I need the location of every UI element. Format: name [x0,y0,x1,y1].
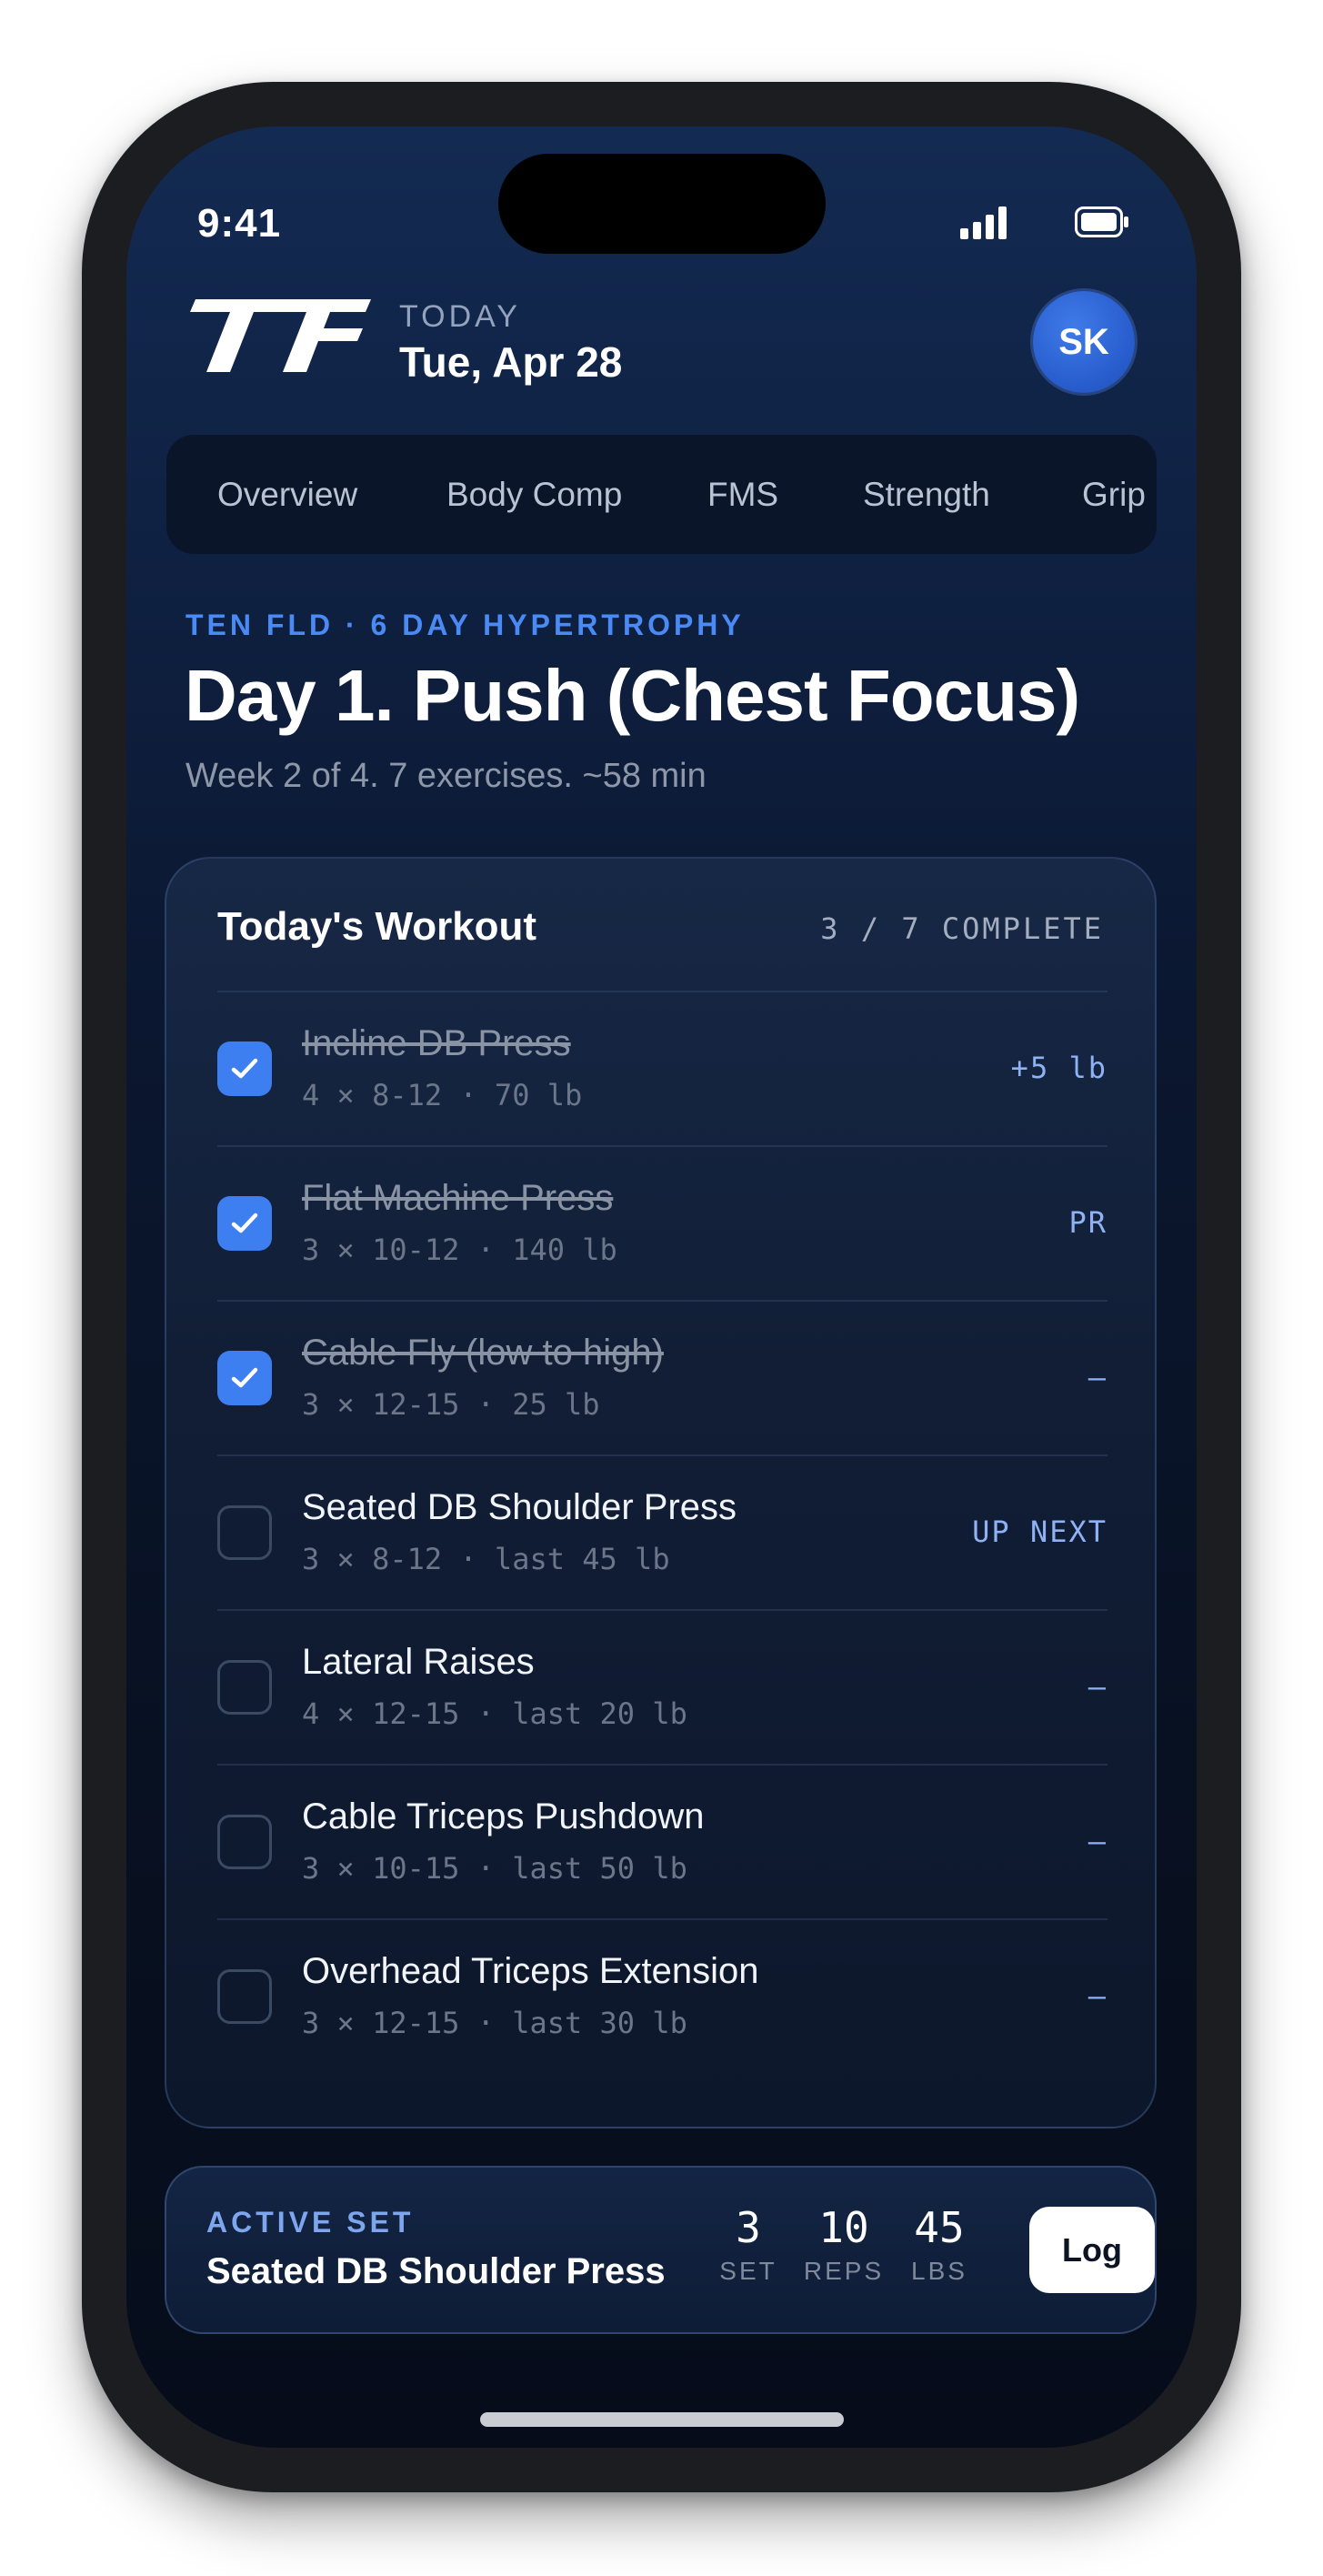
exercise-name: Cable Fly (low to high) [302,1333,664,1373]
active-set-label: ACTIVE SET [206,2206,415,2239]
reps-unit: REPS [803,2257,885,2285]
exercise-detail: 3 × 12-15 · last 30 lb [302,2006,687,2040]
set-stat[interactable]: 3 SET [712,2202,785,2286]
home-indicator[interactable] [480,2412,844,2427]
check-icon [231,1367,258,1388]
check-icon [231,1213,258,1233]
lbs-stat[interactable]: 45 LBS [903,2202,976,2286]
today-date: Tue, Apr 28 [399,338,623,386]
exercise-detail: 3 × 8-12 · last 45 lb [302,1542,670,1576]
phone-frame: 9:41 TODAY Tue, Apr 28 SK Overview Body … [82,82,1241,2492]
workout-progress: 3 / 7 COMPLETE [820,911,1104,946]
today-label: TODAY [399,299,521,334]
exercise-checkbox[interactable] [217,1505,272,1560]
exercise-checkbox[interactable] [217,1351,272,1405]
tab-body-comp[interactable]: Body Comp [446,435,622,554]
active-set-exercise: Seated DB Shoulder Press [206,2251,666,2291]
set-unit: SET [719,2257,777,2285]
exercise-tag: – [1087,1824,1108,1858]
dynamic-island [498,154,826,254]
exercise-tag: UP NEXT [972,1514,1108,1549]
exercise-name: Overhead Triceps Extension [302,1951,759,1991]
exercise-name: Seated DB Shoulder Press [302,1487,737,1527]
workout-card-title: Today's Workout [217,904,537,949]
tab-overview[interactable]: Overview [217,435,357,554]
exercise-detail: 3 × 10-15 · last 50 lb [302,1851,687,1886]
lbs-value: 45 [914,2203,965,2252]
active-set-panel: ACTIVE SET Seated DB Shoulder Press 3 SE… [165,2166,1157,2334]
exercise-tag: – [1087,1360,1108,1394]
check-icon [231,1058,258,1079]
exercise-checkbox[interactable] [217,1815,272,1869]
page-subtitle: Week 2 of 4. 7 exercises. ~58 min [185,757,707,795]
exercise-row[interactable]: Seated DB Shoulder Press 3 × 8-12 · last… [217,1454,1108,1609]
exercise-checkbox[interactable] [217,1660,272,1715]
exercise-checkbox[interactable] [217,1041,272,1096]
exercise-tag: – [1087,1978,1108,2013]
exercise-row[interactable]: Flat Machine Press 3 × 10-12 · 140 lb PR [217,1145,1108,1300]
exercise-tag: PR [1068,1205,1108,1240]
exercise-row[interactable]: Cable Triceps Pushdown 3 × 10-15 · last … [217,1764,1108,1918]
exercise-name: Lateral Raises [302,1642,535,1682]
exercise-name: Flat Machine Press [302,1178,614,1218]
exercise-detail: 3 × 10-12 · 140 lb [302,1233,617,1267]
set-value: 3 [736,2203,761,2252]
program-label: TEN FLD · 6 DAY HYPERTROPHY [185,609,745,641]
workout-card: Today's Workout 3 / 7 COMPLETE Incline D… [165,857,1157,2128]
tab-grip[interactable]: Grip [1082,435,1146,554]
exercise-detail: 3 × 12-15 · 25 lb [302,1387,600,1422]
section-tabs: Overview Body Comp FMS Strength Grip [166,435,1157,554]
user-avatar[interactable]: SK [1033,291,1135,393]
exercise-row[interactable]: Incline DB Press 4 × 8-12 · 70 lb +5 lb [217,991,1108,1145]
lbs-unit: LBS [911,2257,967,2285]
exercise-detail: 4 × 12-15 · last 20 lb [302,1696,687,1731]
status-time: 9:41 [197,201,282,246]
tab-strength[interactable]: Strength [863,435,990,554]
exercise-tag: – [1087,1669,1108,1704]
app-screen: 9:41 TODAY Tue, Apr 28 SK Overview Body … [126,126,1197,2448]
reps-stat[interactable]: 10 REPS [798,2202,889,2286]
battery-icon [1075,206,1128,237]
page-title: Day 1. Push (Chest Focus) [185,655,1080,736]
exercise-tag: +5 lb [1010,1051,1108,1085]
exercise-checkbox[interactable] [217,1969,272,2024]
exercise-name: Incline DB Press [302,1023,571,1063]
log-button[interactable]: Log [1029,2207,1155,2293]
tf-logo-icon [190,299,371,372]
exercise-row[interactable]: Lateral Raises 4 × 12-15 · last 20 lb – [217,1609,1108,1764]
cellular-signal-icon [960,206,1007,239]
exercise-name: Cable Triceps Pushdown [302,1796,705,1836]
exercise-detail: 4 × 8-12 · 70 lb [302,1078,583,1112]
tab-fms[interactable]: FMS [707,435,778,554]
exercise-row[interactable]: Cable Fly (low to high) 3 × 12-15 · 25 l… [217,1300,1108,1454]
exercise-row[interactable]: Overhead Triceps Extension 3 × 12-15 · l… [217,1918,1108,2073]
exercise-checkbox[interactable] [217,1196,272,1251]
reps-value: 10 [818,2203,869,2252]
